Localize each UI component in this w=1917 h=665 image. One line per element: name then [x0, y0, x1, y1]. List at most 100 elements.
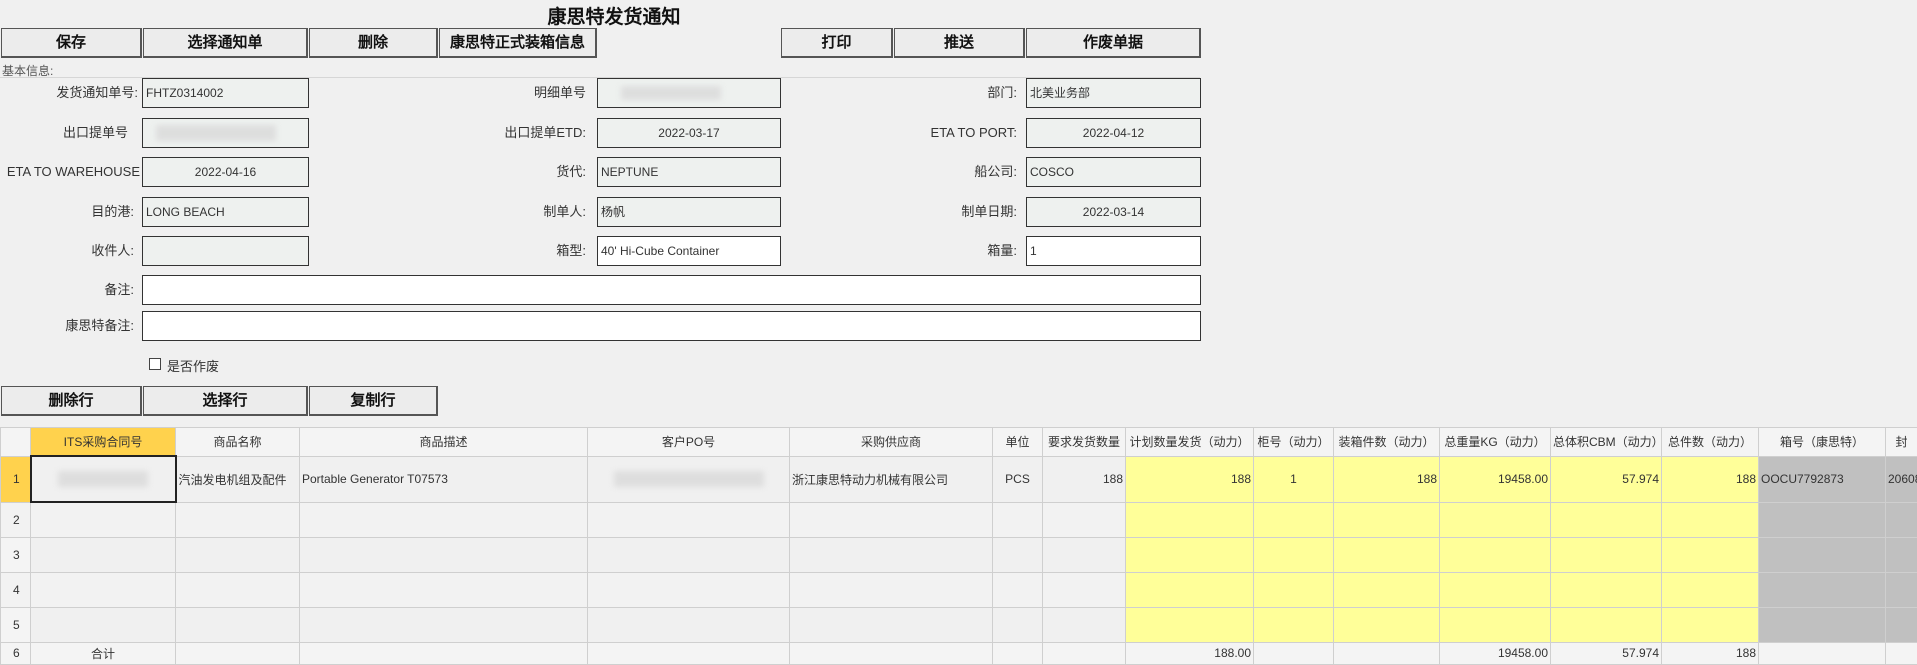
grid-cell[interactable]	[1886, 572, 1917, 607]
grid-cell[interactable]	[588, 607, 790, 642]
kst-remark-field[interactable]	[142, 311, 1201, 341]
grid-cell[interactable]	[1440, 502, 1551, 537]
unit-cell[interactable]: PCS	[993, 456, 1043, 502]
grid-cell[interactable]	[300, 502, 588, 537]
copy-row-button[interactable]: 复制行	[309, 386, 438, 416]
table-row[interactable]: 1 汽油发电机组及配件 Portable Generator T07573 浙江…	[1, 456, 1917, 502]
col-header[interactable]: ITS采购合同号	[31, 428, 176, 457]
grid-cell[interactable]	[300, 572, 588, 607]
customer-po-cell[interactable]	[588, 456, 790, 502]
col-header[interactable]: 总件数（动力）	[1662, 428, 1759, 457]
select-notice-button[interactable]: 选择通知单	[143, 28, 308, 58]
grid-cell[interactable]	[588, 537, 790, 572]
pack-qty-cell[interactable]: 188	[1334, 456, 1440, 502]
row-number[interactable]: 4	[1, 572, 31, 607]
container-qty-field[interactable]: 1	[1026, 236, 1201, 266]
grid-cell[interactable]	[1043, 607, 1126, 642]
col-header[interactable]: 计划数量发货（动力）	[1126, 428, 1254, 457]
grid-cell[interactable]	[176, 607, 300, 642]
delete-row-button[interactable]: 删除行	[1, 386, 142, 416]
grid-cell[interactable]	[790, 572, 993, 607]
detail-no-field[interactable]	[597, 78, 781, 108]
container-type-field[interactable]: 40' Hi-Cube Container	[597, 236, 781, 266]
grid-cell[interactable]	[1334, 607, 1440, 642]
grid-cell[interactable]	[1759, 537, 1886, 572]
grid-cell[interactable]	[1662, 502, 1759, 537]
eta-port-field[interactable]: 2022-04-12	[1026, 118, 1201, 148]
grid-cell[interactable]	[1334, 572, 1440, 607]
grid-cell[interactable]	[790, 537, 993, 572]
col-header[interactable]: 单位	[993, 428, 1043, 457]
void-checkbox[interactable]	[149, 358, 161, 370]
row-number[interactable]: 5	[1, 607, 31, 642]
print-button[interactable]: 打印	[781, 28, 893, 58]
supplier-cell[interactable]: 浙江康思特动力机械有限公司	[790, 456, 993, 502]
table-row[interactable]: 3	[1, 537, 1917, 572]
grid-cell[interactable]	[1662, 572, 1759, 607]
etd-field[interactable]: 2022-03-17	[597, 118, 781, 148]
grid-cell[interactable]	[1440, 607, 1551, 642]
grid-cell[interactable]	[176, 572, 300, 607]
col-header[interactable]: 总体积CBM（动力）	[1551, 428, 1662, 457]
table-row[interactable]: 4	[1, 572, 1917, 607]
grid-cell[interactable]	[993, 572, 1043, 607]
delete-button[interactable]: 删除	[309, 28, 438, 58]
grid-cell[interactable]	[1551, 502, 1662, 537]
grid-cell[interactable]	[1043, 572, 1126, 607]
grid-cell[interactable]	[588, 572, 790, 607]
grid-cell[interactable]	[300, 607, 588, 642]
seal-cell[interactable]: 20608	[1886, 456, 1917, 502]
grid-cell[interactable]	[1126, 607, 1254, 642]
grid-cell[interactable]	[1886, 502, 1917, 537]
carrier-field[interactable]: COSCO	[1026, 157, 1201, 187]
grid-cell[interactable]	[31, 572, 176, 607]
grid-cell[interactable]	[1551, 537, 1662, 572]
col-header[interactable]: 总重量KG（动力）	[1440, 428, 1551, 457]
req-qty-cell[interactable]: 188	[1043, 456, 1126, 502]
table-row[interactable]: 5	[1, 607, 1917, 642]
grid-cell[interactable]	[1759, 607, 1886, 642]
container-no-cell[interactable]: OOCU7792873	[1759, 456, 1886, 502]
grid-cell[interactable]	[176, 537, 300, 572]
grid-cell[interactable]	[1551, 572, 1662, 607]
grid-cell[interactable]	[1126, 572, 1254, 607]
dept-field[interactable]: 北美业务部	[1026, 78, 1201, 108]
col-header[interactable]: 要求发货数量	[1043, 428, 1126, 457]
grid-cell[interactable]	[176, 502, 300, 537]
row-number[interactable]: 3	[1, 537, 31, 572]
grid-cell[interactable]	[1254, 502, 1334, 537]
grid-cell[interactable]	[1551, 607, 1662, 642]
total-pcs-cell[interactable]: 188	[1662, 456, 1759, 502]
grid-cell[interactable]	[1254, 537, 1334, 572]
grid-cell[interactable]	[790, 502, 993, 537]
grid-cell[interactable]	[31, 607, 176, 642]
grid-cell[interactable]	[1440, 572, 1551, 607]
save-button[interactable]: 保存	[1, 28, 142, 58]
grid-cell[interactable]	[1126, 537, 1254, 572]
grid-cell[interactable]	[588, 502, 790, 537]
notice-no-field[interactable]: FHTZ0314002	[142, 78, 309, 108]
col-header[interactable]: 封	[1886, 428, 1917, 457]
grid-cell[interactable]	[1254, 572, 1334, 607]
col-header[interactable]: 箱号（康思特）	[1759, 428, 1886, 457]
make-date-field[interactable]: 2022-03-14	[1026, 197, 1201, 227]
grid-cell[interactable]	[1334, 502, 1440, 537]
grid-cell[interactable]	[1126, 502, 1254, 537]
table-row[interactable]: 2	[1, 502, 1917, 537]
volume-cell[interactable]: 57.974	[1551, 456, 1662, 502]
grid-cell[interactable]	[993, 502, 1043, 537]
grid-cell[interactable]	[1440, 537, 1551, 572]
grid-cell[interactable]	[31, 537, 176, 572]
packing-info-button[interactable]: 康思特正式装箱信息	[439, 28, 597, 58]
grid-cell[interactable]	[1759, 502, 1886, 537]
product-name-cell[interactable]: 汽油发电机组及配件	[176, 456, 300, 502]
grid-cell[interactable]	[1886, 537, 1917, 572]
bl-no-field[interactable]	[142, 118, 309, 148]
col-header[interactable]: 采购供应商	[790, 428, 993, 457]
receiver-field[interactable]	[142, 236, 309, 266]
weight-cell[interactable]: 19458.00	[1440, 456, 1551, 502]
select-row-button[interactable]: 选择行	[143, 386, 308, 416]
col-header[interactable]: 装箱件数（动力）	[1334, 428, 1440, 457]
maker-field[interactable]: 杨帆	[597, 197, 781, 227]
forwarder-field[interactable]: NEPTUNE	[597, 157, 781, 187]
